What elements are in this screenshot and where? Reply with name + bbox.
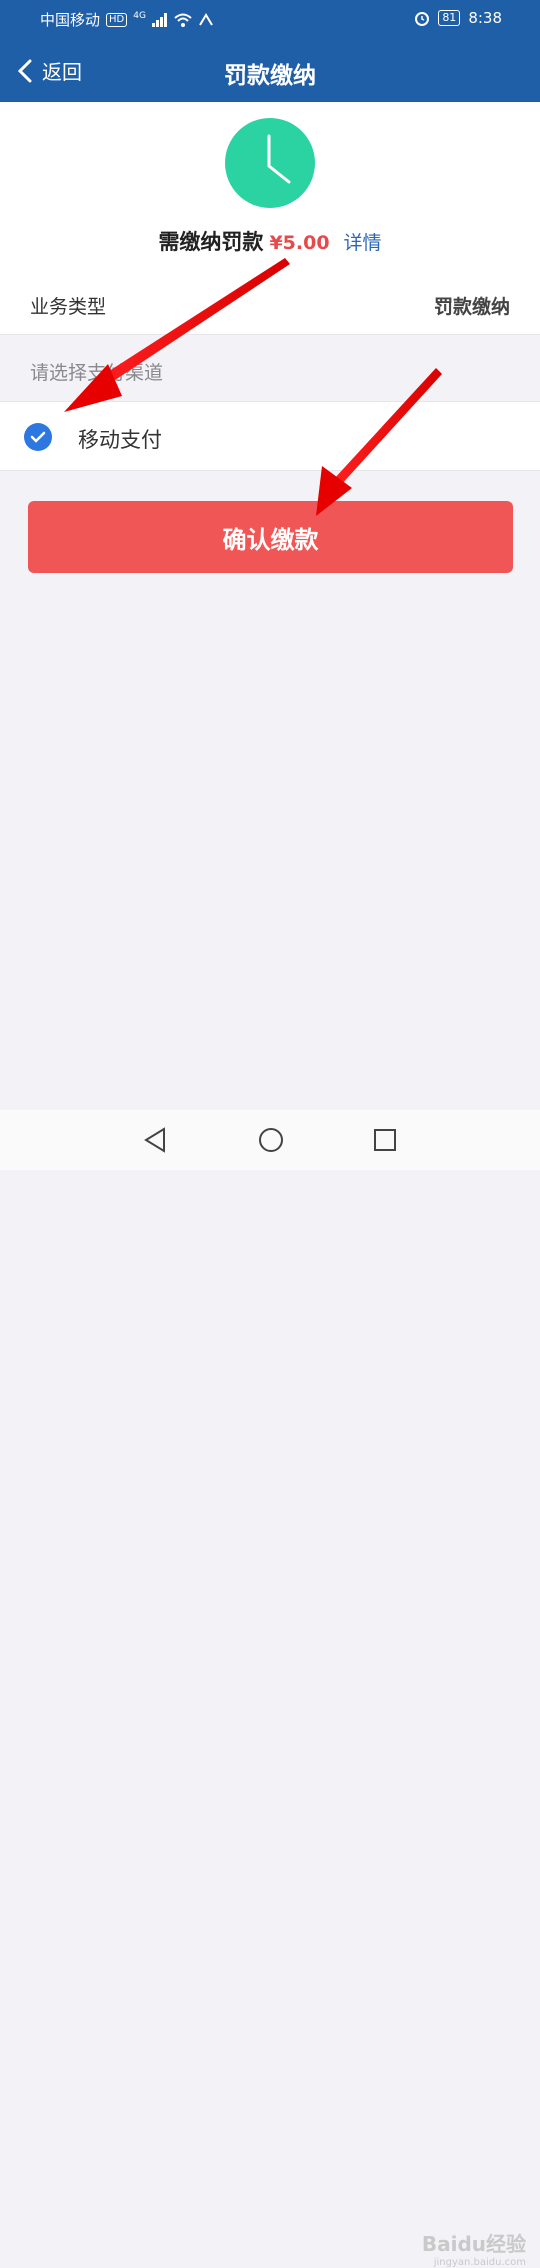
wifi-icon xyxy=(174,13,192,27)
watermark-sub: jingyan.baidu.com xyxy=(433,2257,526,2268)
fine-label: 需缴纳罚款 xyxy=(158,230,264,254)
business-type-value: 罚款缴纳 xyxy=(433,296,510,318)
status-bar: 中国移动 HD 4G 81 8:38 xyxy=(0,0,540,36)
nfc-icon xyxy=(199,12,213,26)
business-type-row: 业务类型 罚款缴纳 xyxy=(0,270,540,335)
payment-option-mobile-pay[interactable]: 移动支付 xyxy=(0,401,540,471)
payment-option-label: 移动支付 xyxy=(78,428,162,452)
checkmark-icon[interactable] xyxy=(24,423,52,451)
baidu-watermark: Baidu经验 jingyan.baidu.com xyxy=(422,2228,526,2268)
clock-icon xyxy=(225,118,315,208)
watermark-text: Baidu经验 xyxy=(421,2232,526,2256)
system-nav-bar: Baidu经验 jingyan.baidu.com xyxy=(0,1110,540,2268)
fine-summary-card: 需缴纳罚款 ¥5.00 详情 xyxy=(0,102,540,271)
fine-amount: ¥5.00 xyxy=(269,232,330,254)
nav-recents-icon[interactable] xyxy=(372,1126,398,1154)
carrier-name: 中国移动 xyxy=(40,11,101,29)
clock-time: 8:38 xyxy=(468,9,502,27)
page-title: 罚款缴纳 xyxy=(224,63,316,89)
hd-badge: HD xyxy=(106,12,128,27)
fine-line: 需缴纳罚款 ¥5.00 详情 xyxy=(0,226,540,256)
detail-link[interactable]: 详情 xyxy=(344,232,382,254)
signal-icon xyxy=(151,12,167,27)
nav-bar: 返回 罚款缴纳 xyxy=(0,36,540,102)
nav-home-icon[interactable] xyxy=(257,1126,285,1154)
alarm-icon xyxy=(415,12,430,26)
payment-channel-hint: 请选择支付渠道 xyxy=(30,362,164,384)
business-type-label: 业务类型 xyxy=(30,296,107,318)
network-type: 4G xyxy=(133,10,146,21)
confirm-payment-button[interactable]: 确认缴款 xyxy=(28,501,513,573)
nav-back-icon[interactable] xyxy=(142,1126,168,1154)
battery-level: 81 xyxy=(438,10,461,26)
